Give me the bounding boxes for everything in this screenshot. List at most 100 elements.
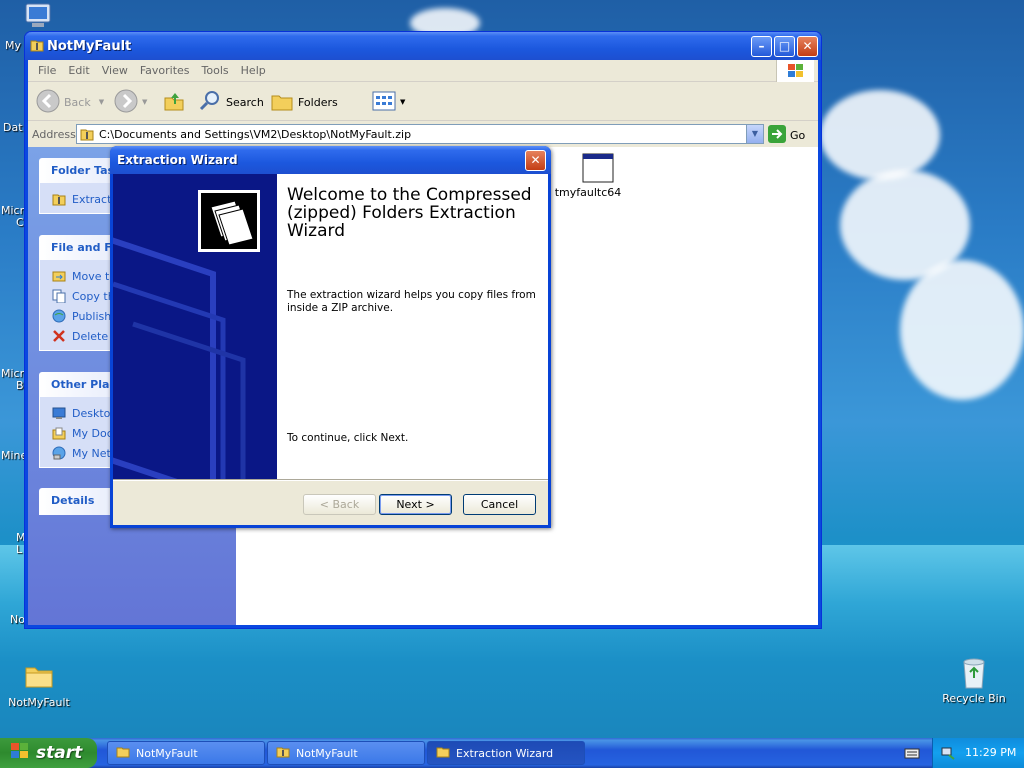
search-icon bbox=[198, 89, 222, 116]
wizard-title: Extraction Wizard bbox=[117, 153, 238, 167]
taskbar-item-notmyfault-1[interactable]: NotMyFault bbox=[107, 741, 265, 765]
zip-folders-icon bbox=[198, 190, 260, 252]
clock[interactable]: 11:29 PM bbox=[965, 746, 1016, 759]
wizard-continue-text: To continue, click Next. bbox=[287, 432, 409, 444]
zip-folder-icon bbox=[52, 192, 66, 206]
copy-icon bbox=[52, 289, 66, 304]
address-label: Address bbox=[32, 128, 76, 141]
address-value: C:\Documents and Settings\VM2\Desktop\No… bbox=[99, 128, 412, 141]
move-icon bbox=[52, 269, 66, 283]
folder-icon bbox=[436, 746, 450, 761]
up-folder-icon bbox=[162, 89, 186, 116]
back-button[interactable]: Back ▼ bbox=[36, 89, 105, 116]
zip-folder-icon bbox=[276, 746, 290, 761]
back-label: Back bbox=[64, 95, 91, 109]
desktop-icon-data-label[interactable]: Dat bbox=[3, 121, 23, 134]
wizard-back-button[interactable]: < Back bbox=[303, 494, 376, 515]
folders-icon bbox=[270, 89, 294, 116]
network-tray-icon[interactable] bbox=[941, 745, 957, 764]
taskbar-item-label: Extraction Wizard bbox=[456, 746, 554, 760]
maximize-button[interactable]: □ bbox=[774, 36, 795, 57]
desktop-icon-recycle-bin[interactable]: Recycle Bin bbox=[939, 656, 1009, 705]
extraction-wizard-dialog: Extraction Wizard ✕ Welcome to the Compr… bbox=[110, 146, 551, 528]
desktop-icon-micro1-label2: C bbox=[16, 216, 24, 229]
menu-help[interactable]: Help bbox=[235, 60, 272, 81]
address-dropdown-button[interactable]: ▼ bbox=[746, 125, 763, 143]
wizard-heading: Welcome to the Compressed (zipped) Folde… bbox=[287, 185, 532, 241]
desktop-icon-notmyfault-label: NotMyFault bbox=[8, 696, 70, 709]
search-button[interactable]: Search bbox=[198, 90, 264, 114]
views-button[interactable]: ▼ bbox=[372, 90, 405, 114]
taskbar-item-notmyfault-2[interactable]: NotMyFault bbox=[267, 741, 425, 765]
wizard-next-button[interactable]: Next > bbox=[379, 494, 452, 515]
taskbar-item-label: NotMyFault bbox=[296, 746, 358, 760]
menu-tools[interactable]: Tools bbox=[196, 60, 235, 81]
toolbar: Back ▼ ▼ Search Folders ▼ bbox=[28, 83, 818, 121]
forward-button[interactable]: ▼ bbox=[114, 89, 148, 116]
go-arrow-icon bbox=[768, 125, 786, 146]
menu-view[interactable]: View bbox=[96, 60, 134, 81]
up-folder-button[interactable] bbox=[162, 90, 186, 114]
windows-logo-icon bbox=[776, 60, 814, 82]
search-label: Search bbox=[226, 95, 264, 109]
chevron-down-icon: ▼ bbox=[400, 98, 406, 106]
wizard-body: Welcome to the Compressed (zipped) Folde… bbox=[113, 174, 548, 525]
back-arrow-icon bbox=[36, 89, 60, 116]
wizard-close-button[interactable]: ✕ bbox=[525, 150, 546, 171]
start-button[interactable]: start bbox=[0, 738, 97, 768]
desktop-icon-my-computer-label[interactable]: My bbox=[5, 39, 21, 52]
address-input[interactable]: C:\Documents and Settings\VM2\Desktop\No… bbox=[76, 124, 764, 144]
publish-globe-icon bbox=[52, 309, 66, 323]
forward-arrow-icon bbox=[114, 89, 138, 116]
desktop-icon bbox=[52, 406, 66, 420]
wizard-content: Welcome to the Compressed (zipped) Folde… bbox=[277, 174, 548, 479]
taskbar-item-label: NotMyFault bbox=[136, 746, 198, 760]
file-item-label: tmyfaultc64 bbox=[554, 186, 622, 199]
explorer-title: NotMyFault bbox=[47, 39, 132, 54]
desktop-icon-notmyfault[interactable]: NotMyFault bbox=[4, 660, 74, 709]
address-bar: Address C:\Documents and Settings\VM2\De… bbox=[28, 122, 818, 146]
cloud bbox=[900, 260, 1024, 400]
wizard-cancel-button[interactable]: Cancel bbox=[463, 494, 536, 515]
place-my-documents-label: My Doc bbox=[72, 426, 113, 440]
my-documents-icon bbox=[52, 426, 66, 440]
folder-icon bbox=[116, 746, 130, 761]
chevron-down-icon: ▼ bbox=[142, 98, 148, 106]
wizard-titlebar[interactable]: Extraction Wizard ✕ bbox=[110, 146, 551, 174]
close-button[interactable]: ✕ bbox=[797, 36, 818, 57]
views-icon bbox=[372, 91, 396, 114]
task-copy-label: Copy th bbox=[72, 289, 115, 303]
menu-edit[interactable]: Edit bbox=[62, 60, 95, 81]
network-globe-icon bbox=[52, 446, 66, 460]
desktop-icon-no-label[interactable]: No bbox=[10, 613, 25, 626]
recycle-bin-icon bbox=[958, 656, 990, 689]
minimize-button[interactable]: – bbox=[751, 36, 772, 57]
task-extract-label: Extract bbox=[72, 192, 112, 206]
chevron-down-icon: ▼ bbox=[98, 98, 105, 106]
wizard-banner bbox=[113, 174, 277, 479]
menu-bar: File Edit View Favorites Tools Help bbox=[28, 60, 818, 82]
go-button[interactable]: Go bbox=[768, 125, 805, 146]
wizard-divider bbox=[113, 479, 548, 481]
desktop-icon-recycle-bin-label: Recycle Bin bbox=[942, 692, 1006, 705]
application-window-icon bbox=[582, 153, 614, 183]
start-label: start bbox=[36, 743, 83, 763]
folders-button[interactable]: Folders bbox=[270, 90, 338, 114]
file-item-notmyfaultc64[interactable]: tmyfaultc64 bbox=[555, 153, 638, 199]
zip-folder-icon bbox=[80, 127, 94, 144]
taskbar-item-extraction-wizard[interactable]: Extraction Wizard bbox=[427, 741, 585, 765]
cloud bbox=[820, 90, 940, 180]
menu-favorites[interactable]: Favorites bbox=[134, 60, 196, 81]
keyboard-icon[interactable] bbox=[904, 746, 920, 763]
go-label: Go bbox=[790, 129, 806, 142]
explorer-titlebar[interactable]: NotMyFault – □ ✕ bbox=[25, 32, 821, 60]
wizard-description: The extraction wizard helps you copy fil… bbox=[287, 289, 536, 314]
windows-flag-icon bbox=[10, 742, 30, 765]
menu-file[interactable]: File bbox=[32, 60, 62, 81]
desktop-icon-micro2-label2: B bbox=[16, 379, 24, 392]
task-publish-label: Publish bbox=[72, 309, 112, 323]
desktop-icon-l-label: L bbox=[16, 543, 23, 556]
zip-folder-icon bbox=[30, 38, 44, 52]
taskbar: start NotMyFault NotMyFault Extraction W… bbox=[0, 738, 1024, 768]
my-computer-icon[interactable] bbox=[22, 2, 56, 30]
